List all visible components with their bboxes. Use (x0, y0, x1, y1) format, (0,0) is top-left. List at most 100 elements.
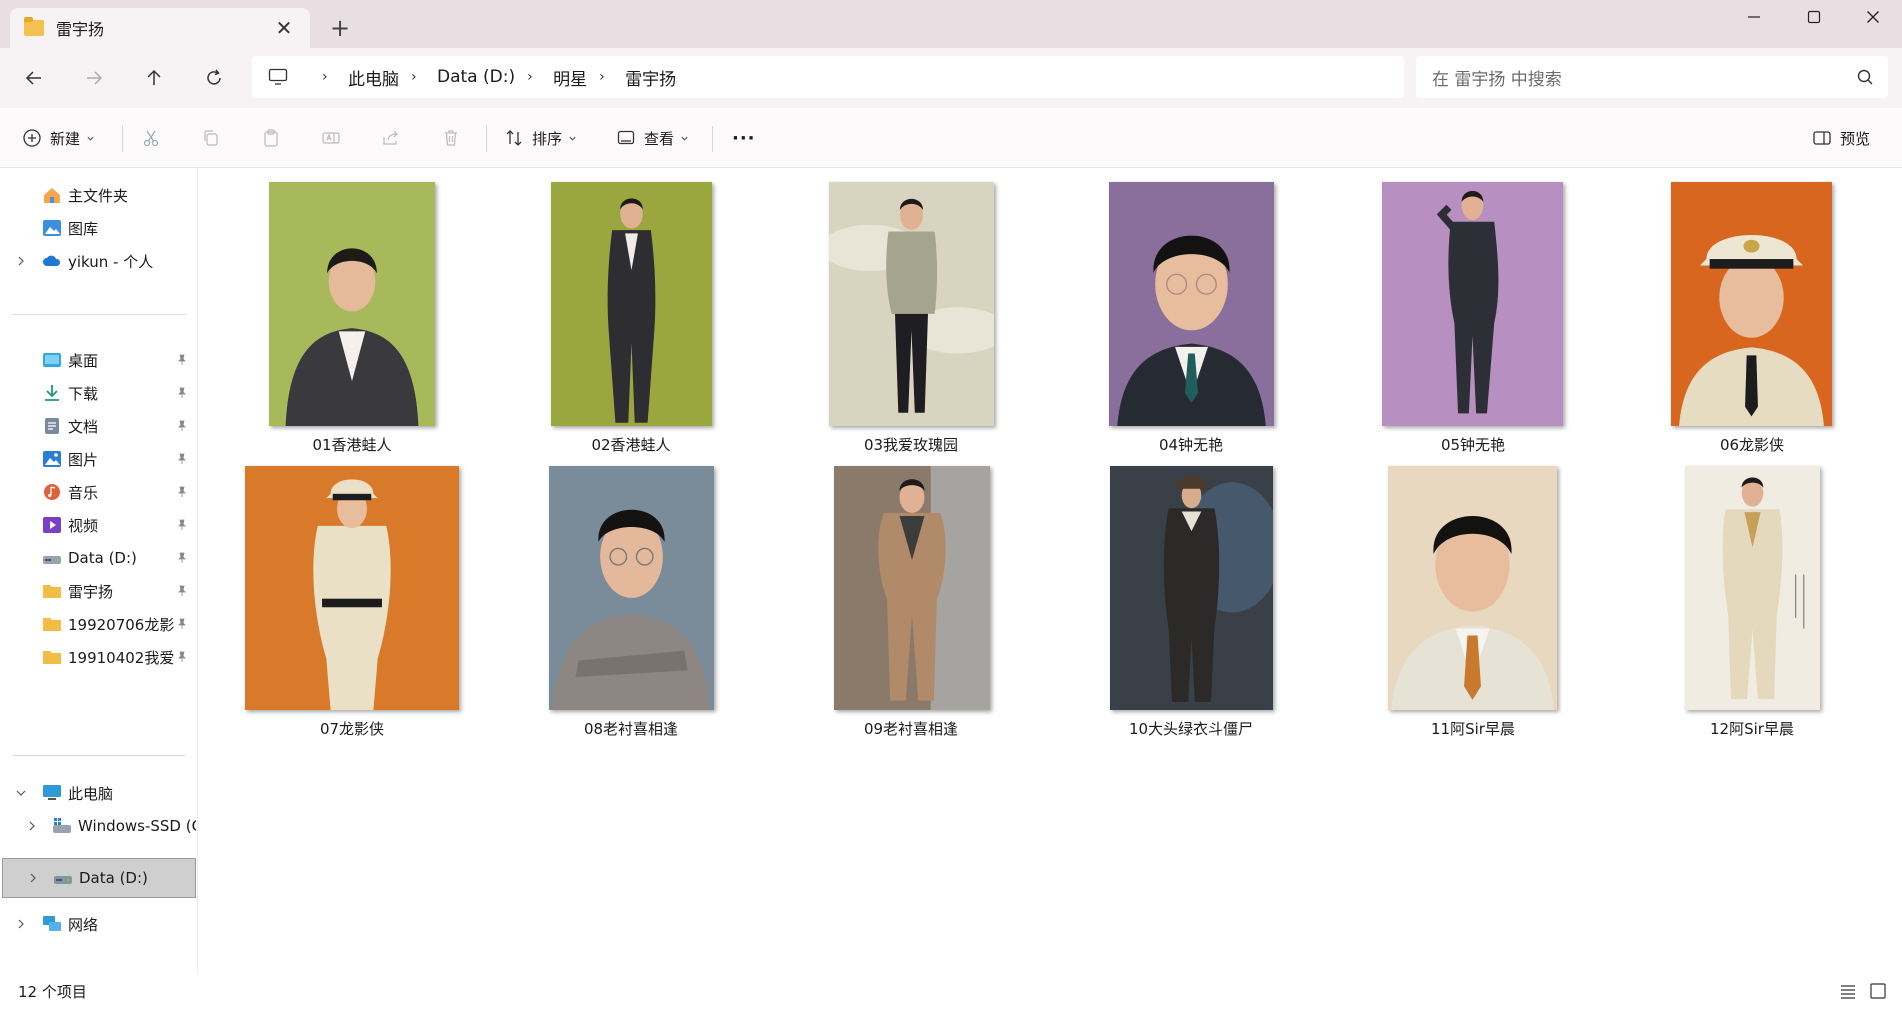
file-thumbnail[interactable] (245, 466, 459, 710)
title-bar: 雷宇扬 ✕ + (0, 0, 1902, 48)
sidebar-item-folder-leiyuyang[interactable]: 雷宇扬 (0, 574, 196, 608)
breadcrumb-data-drive[interactable]: Data (D:) (437, 67, 515, 87)
back-button[interactable] (16, 60, 52, 96)
sidebar-item-gallery[interactable]: 图库 (0, 211, 196, 245)
preview-pane-button[interactable]: 预览 (1812, 122, 1870, 154)
file-name: 03我爱玫瑰园 (863, 436, 959, 454)
search-box[interactable]: 在 雷宇扬 中搜索 (1416, 56, 1888, 98)
chevron-down-icon[interactable] (15, 787, 27, 799)
up-button[interactable] (136, 60, 172, 96)
copy-button[interactable] (194, 122, 228, 154)
minimize-icon (1748, 16, 1760, 18)
portrait-photo (1110, 466, 1273, 710)
scissors-icon (143, 130, 159, 147)
video-icon (43, 517, 61, 533)
sidebar-item-folder-19920706[interactable]: 19920706龙影侠 (0, 607, 196, 641)
sidebar-item-folder-19910402[interactable]: 19910402我爱玫瑰园 (0, 640, 196, 674)
chevron-right-icon: › (599, 69, 605, 85)
file-thumbnail[interactable] (1382, 182, 1563, 426)
pin-icon[interactable] (176, 618, 188, 630)
chevron-right-icon[interactable] (26, 820, 38, 832)
file-list-area[interactable]: 01香港蛙人 02香港蛙人 03我爱玫瑰园 04钟无艳 05钟无艳 06龙影侠 … (199, 168, 1902, 973)
share-button[interactable] (374, 122, 408, 154)
portrait-photo (834, 466, 990, 710)
breadcrumb-stars[interactable]: 明星 (553, 65, 587, 90)
folder-icon (43, 651, 61, 664)
sidebar-item-network[interactable]: 网络 (0, 907, 196, 941)
sidebar-item-desktop[interactable]: 桌面 (0, 343, 196, 377)
paste-button[interactable] (254, 122, 288, 154)
close-window-button[interactable] (1844, 0, 1902, 34)
sidebar-item-label: 视频 (68, 516, 99, 535)
file-thumbnail[interactable] (829, 182, 994, 426)
file-thumbnail[interactable] (1109, 182, 1274, 426)
chevron-down-icon (569, 136, 576, 141)
details-view-icon[interactable] (1838, 981, 1858, 1001)
delete-button[interactable] (434, 122, 468, 154)
clipboard-icon (264, 129, 278, 147)
file-thumbnail[interactable] (1110, 466, 1273, 710)
command-bar: 新建 排序 查看 ··· 预览 (0, 108, 1902, 168)
preview-pane-icon (1813, 131, 1831, 145)
cut-button[interactable] (134, 122, 168, 154)
breadcrumb-this-pc[interactable]: 此电脑 (348, 65, 399, 90)
sidebar-item-onedrive[interactable]: yikun - 个人 (0, 244, 196, 278)
sidebar-item-downloads[interactable]: 下载 (0, 376, 196, 410)
more-options-button[interactable]: ··· (732, 122, 756, 154)
chevron-right-icon[interactable] (27, 872, 39, 884)
address-bar[interactable]: › 此电脑 › Data (D:) › 明星 › 雷宇扬 (252, 56, 1404, 98)
file-thumbnail[interactable] (1685, 466, 1820, 710)
file-name: 04钟无艳 (1158, 436, 1224, 454)
new-label: 新建 (50, 129, 81, 148)
pin-icon[interactable] (176, 486, 188, 498)
sidebar-item-data-drive-selected[interactable]: Data (D:) (2, 858, 196, 898)
sidebar-item-music[interactable]: 音乐 (0, 475, 196, 509)
sidebar-item-home[interactable]: 主文件夹 (0, 178, 196, 212)
chevron-right-icon[interactable] (15, 255, 27, 267)
file-name: 02香港蛙人 (591, 436, 671, 454)
tab-close-button[interactable]: ✕ (272, 16, 296, 40)
file-thumbnail[interactable] (269, 182, 435, 426)
file-thumbnail[interactable] (549, 466, 714, 710)
refresh-button[interactable] (196, 60, 232, 96)
search-input[interactable]: 在 雷宇扬 中搜索 (1432, 65, 1562, 90)
sidebar-item-windows-ssd[interactable]: Windows-SSD (C:) (0, 809, 196, 843)
network-icon (43, 916, 61, 931)
sort-button[interactable]: 排序 (504, 122, 585, 154)
pin-icon[interactable] (176, 387, 188, 399)
tab-current-folder[interactable]: 雷宇扬 ✕ (10, 8, 310, 48)
rename-button[interactable] (314, 122, 348, 154)
pin-icon[interactable] (176, 651, 188, 663)
file-thumbnail[interactable] (834, 466, 990, 710)
sidebar-item-data-drive[interactable]: Data (D:) (0, 541, 196, 575)
tiles-view-icon[interactable] (1868, 981, 1888, 1001)
pin-icon[interactable] (176, 519, 188, 531)
file-name: 01香港蛙人 (312, 436, 392, 454)
forward-button[interactable] (76, 60, 112, 96)
pin-icon[interactable] (176, 552, 188, 564)
new-button[interactable]: 新建 (22, 122, 103, 154)
file-thumbnail[interactable] (551, 182, 712, 426)
copy-icon (204, 130, 218, 146)
chevron-right-icon[interactable] (15, 918, 27, 930)
pin-icon[interactable] (176, 354, 188, 366)
file-name: 10大头绿衣斗僵尸 (1128, 720, 1254, 738)
pin-icon[interactable] (176, 420, 188, 432)
breadcrumb-current[interactable]: 雷宇扬 (625, 65, 676, 90)
minimize-button[interactable] (1725, 0, 1783, 34)
gallery-icon (43, 220, 61, 236)
sidebar-item-label: 此电脑 (68, 784, 114, 803)
pin-icon[interactable] (176, 585, 188, 597)
sidebar-item-this-pc[interactable]: 此电脑 (0, 776, 196, 810)
file-thumbnail[interactable] (1671, 182, 1832, 426)
monitor-icon (268, 68, 288, 85)
sidebar-item-videos[interactable]: 视频 (0, 508, 196, 542)
portrait-photo (1109, 182, 1274, 426)
file-thumbnail[interactable] (1388, 466, 1557, 710)
view-button[interactable]: 查看 (616, 122, 697, 154)
pin-icon[interactable] (176, 453, 188, 465)
sidebar-item-pictures[interactable]: 图片 (0, 442, 196, 476)
new-tab-button[interactable]: + (326, 14, 354, 42)
sidebar-item-documents[interactable]: 文档 (0, 409, 196, 443)
maximize-button[interactable] (1785, 0, 1843, 34)
